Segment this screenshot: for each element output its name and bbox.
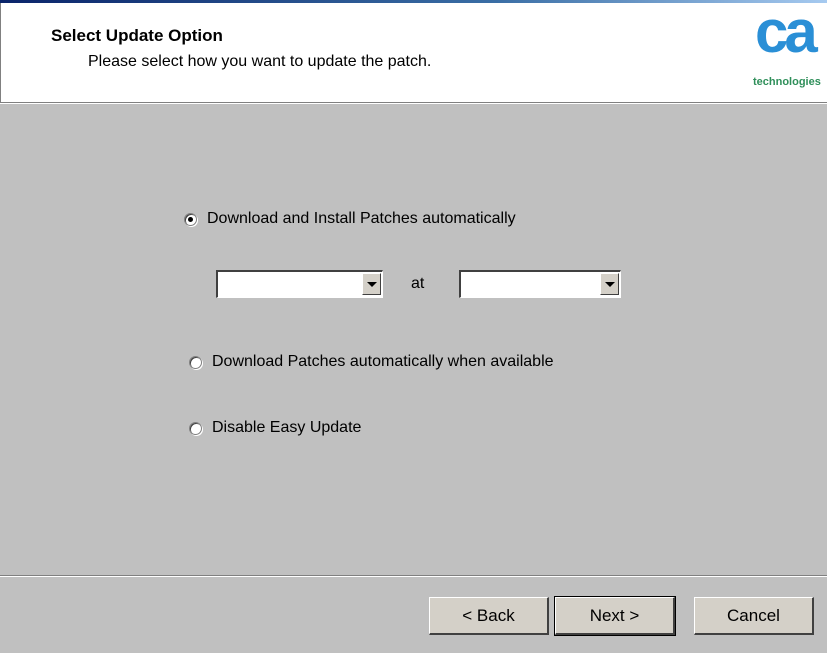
- radio-download-automatically[interactable]: [189, 355, 202, 369]
- schedule-day-select[interactable]: [216, 270, 383, 298]
- option-download-automatically[interactable]: Download Patches automatically when avai…: [189, 353, 554, 371]
- next-button[interactable]: Next >: [554, 596, 676, 636]
- option-disable-easy-update-label: Disable Easy Update: [212, 419, 362, 436]
- option-install-automatically[interactable]: Download and Install Patches automatical…: [184, 210, 516, 228]
- at-label: at: [411, 275, 425, 292]
- ca-technologies-logo: ca technologies: [749, 18, 827, 98]
- radio-disable-easy-update[interactable]: [189, 421, 202, 435]
- wizard-header: Select Update Option Please select how y…: [0, 3, 827, 102]
- logo-mark: ca: [755, 18, 818, 65]
- chevron-down-icon[interactable]: [600, 273, 619, 295]
- chevron-down-icon[interactable]: [362, 273, 381, 295]
- page-title: Select Update Option: [51, 26, 223, 45]
- footer-divider-highlight: [0, 576, 827, 577]
- option-install-automatically-label: Download and Install Patches automatical…: [207, 210, 516, 227]
- option-download-automatically-label: Download Patches automatically when avai…: [212, 353, 554, 370]
- back-button[interactable]: < Back: [429, 597, 549, 635]
- header-divider-highlight: [0, 103, 827, 104]
- radio-install-automatically[interactable]: [184, 212, 197, 226]
- cancel-button[interactable]: Cancel: [694, 597, 814, 635]
- option-disable-easy-update[interactable]: Disable Easy Update: [189, 419, 361, 437]
- schedule-time-select[interactable]: [459, 270, 621, 298]
- page-subtitle: Please select how you want to update the…: [88, 53, 432, 70]
- logo-tagline: technologies: [753, 76, 821, 88]
